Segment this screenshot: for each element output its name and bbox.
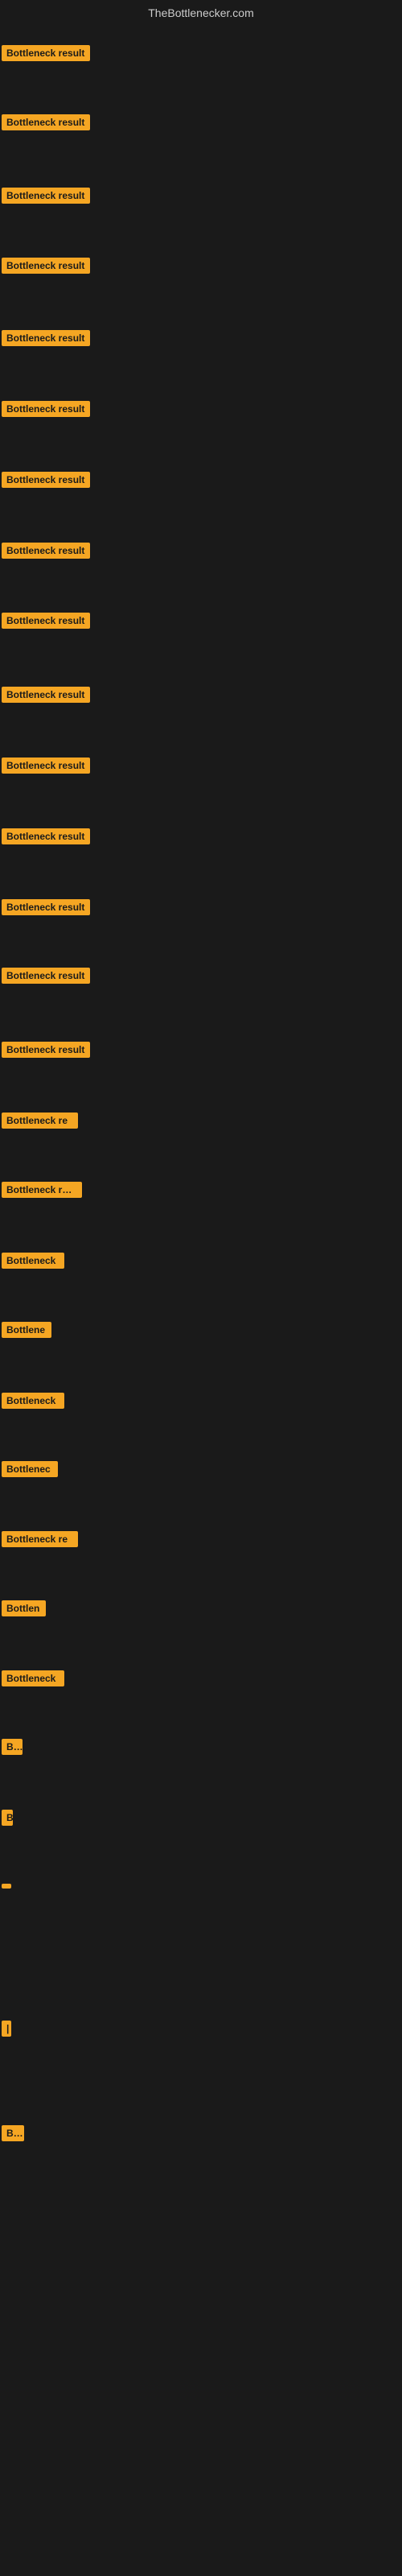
bottleneck-badge-23[interactable]: Bottlen: [2, 1600, 46, 1616]
bottleneck-badge-18[interactable]: Bottleneck: [2, 1253, 64, 1269]
bottleneck-badge-8[interactable]: Bottleneck result: [2, 543, 90, 559]
bottleneck-badge-16[interactable]: Bottleneck re: [2, 1113, 78, 1129]
site-title: TheBottlenecker.com: [0, 0, 402, 23]
bottleneck-badge-3[interactable]: Bottleneck result: [2, 188, 90, 204]
bottleneck-badge-27[interactable]: [2, 1884, 11, 1889]
bottleneck-badge-29[interactable]: Bot: [2, 2125, 24, 2141]
bottleneck-badge-25[interactable]: Bo: [2, 1739, 23, 1755]
bottleneck-badge-21[interactable]: Bottlenec: [2, 1461, 58, 1477]
bottleneck-badge-20[interactable]: Bottleneck: [2, 1393, 64, 1409]
bottleneck-badge-26[interactable]: B: [2, 1810, 13, 1826]
bottleneck-badge-14[interactable]: Bottleneck result: [2, 968, 90, 984]
bottleneck-badge-5[interactable]: Bottleneck result: [2, 330, 90, 346]
bottleneck-badge-12[interactable]: Bottleneck result: [2, 828, 90, 844]
bottleneck-badge-7[interactable]: Bottleneck result: [2, 472, 90, 488]
bottleneck-badge-13[interactable]: Bottleneck result: [2, 899, 90, 915]
bottleneck-badge-15[interactable]: Bottleneck result: [2, 1042, 90, 1058]
bottleneck-badge-19[interactable]: Bottlene: [2, 1322, 51, 1338]
bottleneck-badge-2[interactable]: Bottleneck result: [2, 114, 90, 130]
bottleneck-badge-10[interactable]: Bottleneck result: [2, 687, 90, 703]
bottleneck-badge-22[interactable]: Bottleneck re: [2, 1531, 78, 1547]
bottleneck-badge-6[interactable]: Bottleneck result: [2, 401, 90, 417]
bottleneck-badge-17[interactable]: Bottleneck resul: [2, 1182, 82, 1198]
bottleneck-badge-4[interactable]: Bottleneck result: [2, 258, 90, 274]
bottleneck-badge-24[interactable]: Bottleneck: [2, 1670, 64, 1686]
bottleneck-badge-1[interactable]: Bottleneck result: [2, 45, 90, 61]
bottleneck-badge-9[interactable]: Bottleneck result: [2, 613, 90, 629]
bottleneck-badge-28[interactable]: |: [2, 2021, 11, 2037]
bottleneck-badge-11[interactable]: Bottleneck result: [2, 758, 90, 774]
